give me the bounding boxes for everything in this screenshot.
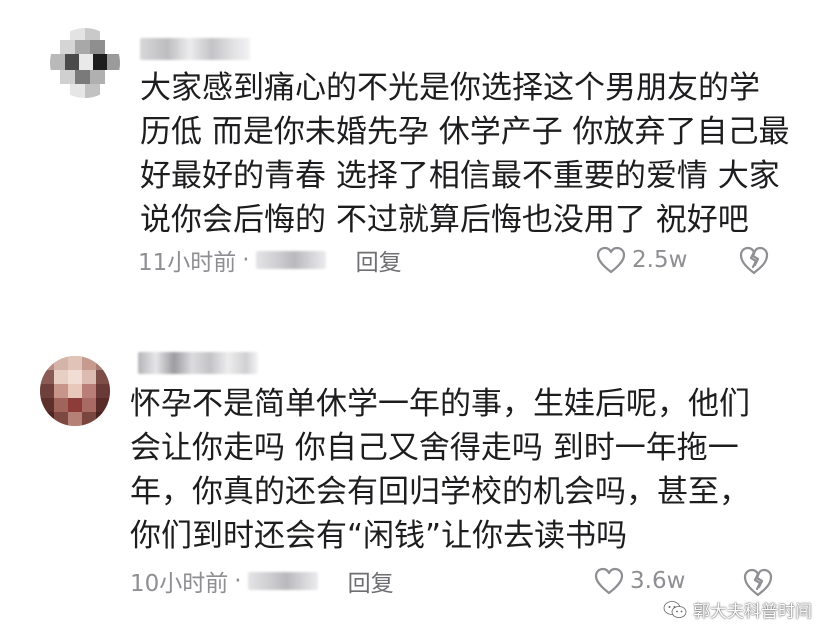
location-blurred	[247, 572, 318, 590]
like-count: 3.6w	[630, 568, 686, 594]
comment-line: 你们到时还会有“闲钱”让你去读书吗	[130, 518, 628, 554]
pixelated-avatar-icon	[40, 356, 110, 426]
comment-item: 怀孕不是简单休学一年的事，生娃后呢，他们 会让你走吗 你自己又舍得走吗 到时一年…	[0, 340, 830, 636]
comment-item: 大家感到痛心的不光是你选择这个男朋友的学 历低 而是你未婚先孕 休学产子 你放弃…	[0, 0, 830, 300]
heart-outline-icon	[594, 567, 624, 595]
heart-outline-icon	[596, 246, 626, 274]
comment-body: 怀孕不是简单休学一年的事，生娃后呢，他们 会让你走吗 你自己又舍得走吗 到时一年…	[130, 382, 750, 558]
comment-line: 怀孕不是简单休学一年的事，生娃后呢，他们	[130, 386, 750, 422]
like-button[interactable]: 2.5w	[596, 242, 687, 278]
comment-time: 11小时前	[138, 250, 237, 276]
comment-meta: 11小时前 · 回复	[138, 242, 402, 278]
comment-line: 年，你真的还会有回归学校的机会吗，甚至，	[130, 474, 750, 510]
pixelated-avatar-icon	[50, 28, 120, 98]
like-count: 2.5w	[632, 247, 688, 273]
comment-line: 大家感到痛心的不光是你选择这个男朋友的学	[140, 70, 760, 106]
comment-meta: 10小时前 · 回复	[130, 563, 394, 599]
wechat-icon	[663, 600, 687, 618]
comment-body: 大家感到痛心的不光是你选择这个男朋友的学 历低 而是你未婚先孕 休学产子 你放弃…	[140, 66, 790, 242]
username-blurred[interactable]	[140, 38, 250, 60]
comment-time: 10小时前	[130, 571, 229, 597]
comment-line: 会让你走吗 你自己又舍得走吗 到时一年拖一	[130, 430, 739, 466]
watermark: 郭大夫科普时间	[663, 597, 812, 622]
dislike-button[interactable]	[742, 566, 774, 598]
reply-button[interactable]: 回复	[348, 564, 394, 598]
broken-heart-icon	[743, 568, 773, 597]
comment-line: 历低 而是你未婚先孕 休学产子 你放弃了自己最	[140, 114, 790, 150]
watermark-text: 郭大夫科普时间	[693, 602, 812, 622]
location-blurred	[255, 251, 326, 269]
reply-button[interactable]: 回复	[356, 243, 402, 277]
meta-separator: ·	[234, 568, 242, 594]
comment-line: 好最好的青春 选择了相信最不重要的爱情 大家	[140, 158, 780, 194]
comment-line: 说你会后悔的 不过就算后悔也没用了 祝好吧	[140, 202, 749, 238]
broken-heart-icon	[739, 246, 769, 275]
username-blurred[interactable]	[138, 352, 258, 374]
user-avatar[interactable]	[50, 28, 120, 98]
meta-separator: ·	[242, 247, 250, 273]
like-button[interactable]: 3.6w	[594, 563, 685, 599]
dislike-button[interactable]	[738, 244, 770, 276]
user-avatar[interactable]	[40, 356, 110, 426]
